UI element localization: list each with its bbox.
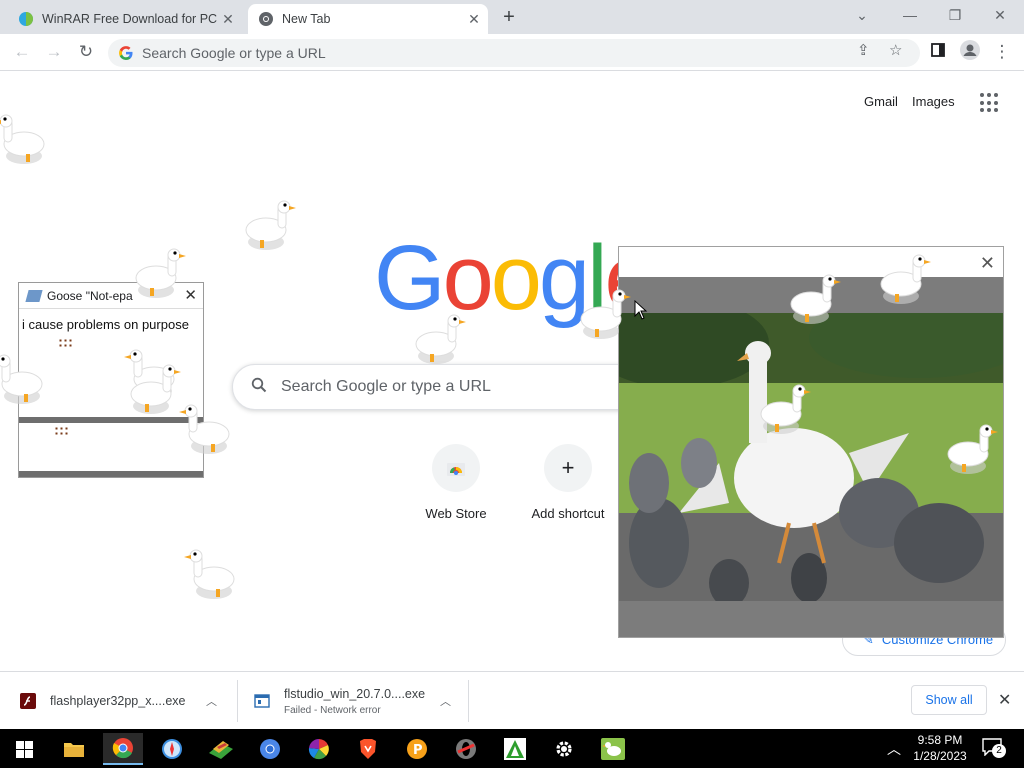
logo-letter: o — [490, 227, 542, 329]
close-icon[interactable]: ✕ — [980, 253, 995, 274]
browser-toolbar: ← → ↻ Search Google or type a URL ⇪ ☆ ⋮ — [0, 34, 1024, 71]
goose-icon[interactable] — [240, 196, 300, 256]
download-shelf: flashplayer32pp_x....exe ︿ flstudio_win_… — [0, 671, 1024, 729]
tab-title: WinRAR Free Download for PC — [42, 12, 218, 26]
show-all-button[interactable]: Show all — [911, 685, 987, 715]
mouse-cursor-icon — [634, 300, 648, 320]
reload-icon[interactable]: ↻ — [74, 40, 98, 64]
new-tab-plus-icon[interactable]: + — [498, 7, 520, 29]
shortcut-web-store[interactable]: Web Store — [400, 444, 512, 534]
tab-title: New Tab — [282, 12, 331, 26]
file-explorer-icon[interactable] — [54, 733, 94, 765]
goose-icon[interactable] — [785, 270, 845, 330]
goose-icon[interactable] — [175, 400, 235, 460]
chromium-icon[interactable] — [250, 733, 290, 765]
mud-footprint — [54, 426, 68, 436]
divider — [468, 680, 469, 722]
meme-bottom-border — [619, 601, 1003, 637]
chrome-icon — [259, 12, 273, 26]
goose-icon[interactable] — [755, 380, 815, 440]
google-apps-grid-icon[interactable] — [980, 93, 1000, 113]
download-item-flashplayer[interactable]: flashplayer32pp_x....exe ︿ — [20, 672, 230, 730]
divider — [237, 680, 238, 722]
omnibox-placeholder: Search Google or type a URL — [142, 45, 326, 61]
images-link[interactable]: Images — [912, 94, 955, 109]
pastebin-icon[interactable]: P — [397, 733, 437, 765]
flash-file-icon — [20, 693, 36, 709]
installer-file-icon — [254, 694, 270, 708]
address-bar[interactable]: Search Google or type a URL ⇪ ☆ — [108, 39, 920, 67]
goose-icon[interactable] — [0, 110, 50, 170]
download-item-flstudio[interactable]: flstudio_win_20.7.0....exe Failed - Netw… — [254, 672, 464, 730]
notepad-text: i cause problems on purpose — [22, 317, 189, 332]
close-tab-icon[interactable]: ✕ — [466, 11, 482, 27]
arch-icon[interactable] — [495, 733, 535, 765]
tab-search-chevron-icon[interactable]: ⌄ — [842, 4, 882, 28]
notification-count-badge: 2 — [992, 744, 1006, 758]
goose-icon[interactable] — [875, 250, 935, 310]
winrar-site-icon — [19, 12, 33, 26]
safari-icon[interactable] — [152, 733, 192, 765]
close-tab-icon[interactable]: ✕ — [220, 11, 236, 27]
download-filename: flashplayer32pp_x....exe — [50, 694, 186, 708]
back-arrow-icon[interactable]: ← — [10, 40, 34, 64]
chevron-up-tray-icon[interactable]: ︿ — [887, 739, 901, 759]
system-clock[interactable]: 9:58 PM 1/28/2023 — [910, 732, 970, 764]
forward-arrow-icon[interactable]: → — [42, 40, 66, 64]
svg-text:P: P — [413, 743, 423, 758]
window-close-icon[interactable]: ✕ — [980, 4, 1020, 28]
share-icon[interactable]: ⇪ — [857, 41, 870, 59]
clock-time: 9:58 PM — [917, 733, 963, 747]
notepad-icon — [25, 289, 43, 302]
color-wheel-icon[interactable] — [299, 733, 339, 765]
download-filename: flstudio_win_20.7.0....exe — [284, 686, 426, 701]
windows-taskbar: P ︿ 9:58 PM 1/28/2023 2 — [0, 729, 1024, 768]
goose-icon[interactable] — [575, 285, 635, 345]
goose-icon[interactable] — [180, 545, 240, 605]
goose-icon[interactable] — [410, 310, 470, 370]
profile-avatar-icon[interactable] — [958, 40, 982, 64]
chevron-up-icon[interactable]: ︿ — [206, 693, 217, 709]
restore-icon[interactable]: ❐ — [935, 4, 975, 28]
winrar-icon[interactable] — [201, 733, 241, 765]
chevron-up-icon[interactable]: ︿ — [440, 693, 451, 709]
notepad-title: Goose "Not-epa — [47, 288, 133, 303]
minimize-icon[interactable]: — — [890, 4, 930, 28]
download-status: Failed - Network error — [284, 704, 381, 716]
bookmark-star-icon[interactable]: ☆ — [889, 41, 902, 59]
shortcut-label: Web Store — [425, 506, 487, 521]
search-placeholder: Search Google or type a URL — [281, 378, 491, 395]
goose-icon[interactable] — [942, 420, 1002, 480]
tab-strip: WinRAR Free Download for PC ✕ New Tab ✕ … — [0, 0, 1024, 34]
goose-icon[interactable] — [0, 350, 48, 410]
brave-icon[interactable] — [348, 733, 388, 765]
google-g-icon — [119, 46, 133, 60]
shortcut-add[interactable]: + Add shortcut — [512, 444, 624, 534]
tab-winrar[interactable]: WinRAR Free Download for PC ✕ — [12, 4, 242, 34]
chrome-web-store-icon — [432, 444, 480, 492]
side-panel-icon[interactable] — [926, 40, 950, 64]
opera-icon[interactable] — [446, 733, 486, 765]
notification-center-icon[interactable]: 2 — [982, 738, 1006, 760]
mud-footprint — [58, 338, 72, 348]
settings-icon[interactable] — [544, 733, 584, 765]
gmail-link[interactable]: Gmail — [864, 94, 898, 109]
desktop-goose-icon[interactable] — [593, 733, 633, 765]
close-download-shelf-icon[interactable]: ✕ — [998, 690, 1011, 710]
clock-date: 1/28/2023 — [913, 749, 967, 763]
plus-icon: + — [544, 444, 592, 492]
chrome-icon[interactable] — [103, 733, 143, 765]
goose-icon[interactable] — [130, 244, 190, 304]
divider — [19, 471, 203, 477]
search-icon — [251, 377, 267, 398]
tab-new-tab[interactable]: New Tab ✕ — [248, 4, 488, 34]
shortcut-label: Add shortcut — [531, 506, 605, 521]
windows-start-icon[interactable] — [4, 733, 44, 765]
kebab-menu-icon[interactable]: ⋮ — [990, 40, 1014, 64]
